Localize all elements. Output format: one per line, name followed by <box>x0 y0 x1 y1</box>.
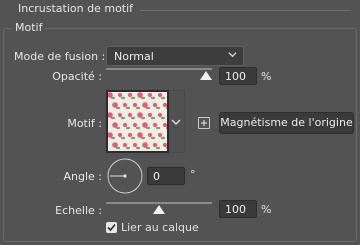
pattern-rose <box>122 122 128 128</box>
pattern-leaf <box>150 136 156 140</box>
pattern-picker-toggle[interactable] <box>169 90 185 153</box>
blend-mode-label: Mode de fusion : <box>14 50 106 63</box>
scale-unit: % <box>261 203 272 216</box>
pattern-rose <box>127 132 133 138</box>
pattern-leaf <box>160 116 166 120</box>
angle-label: Angle : <box>63 170 102 183</box>
pattern-rose <box>152 102 158 108</box>
chevron-down-icon <box>228 52 237 58</box>
angle-dial-icon[interactable] <box>106 157 144 195</box>
pattern-leaf <box>125 106 131 110</box>
pattern-rose <box>117 132 123 138</box>
pattern-rose <box>142 102 148 108</box>
pattern-leaf <box>120 136 126 140</box>
opacity-label: Opacité : <box>52 70 102 83</box>
pattern-leaf <box>135 146 141 150</box>
pattern-leaf <box>155 126 161 130</box>
pattern-rose <box>147 112 153 118</box>
pattern-preview <box>108 92 167 151</box>
opacity-input[interactable]: 100 <box>219 67 257 85</box>
pattern-rose <box>157 112 163 118</box>
pattern-rose <box>152 122 158 128</box>
blend-mode-dropdown[interactable]: Normal <box>106 46 244 66</box>
pattern-rose <box>112 102 118 108</box>
pattern-rose <box>122 142 128 148</box>
pattern-rose <box>112 142 118 148</box>
pattern-rose <box>132 102 138 108</box>
pattern-rose <box>147 132 153 138</box>
opacity-slider-track[interactable] <box>106 68 212 70</box>
pattern-leaf <box>130 136 136 140</box>
pattern-leaf <box>150 96 156 100</box>
pattern-leaf <box>155 146 161 150</box>
opacity-slider-thumb[interactable] <box>200 71 212 80</box>
pattern-rose <box>157 132 163 138</box>
opacity-unit: % <box>261 70 272 83</box>
pattern-leaf <box>120 116 126 120</box>
pattern-leaf <box>125 126 131 130</box>
pattern-rose <box>137 92 143 98</box>
pattern-leaf <box>160 136 166 140</box>
pattern-leaf <box>150 116 156 120</box>
pattern-rose <box>112 122 118 128</box>
scale-slider-track[interactable] <box>106 202 212 204</box>
pattern-rose <box>137 132 143 138</box>
pattern-rose <box>137 112 143 118</box>
pattern-label: Motif : <box>67 117 102 130</box>
pattern-leaf <box>155 106 161 110</box>
pattern-rose <box>142 122 148 128</box>
group-title: Motif <box>12 21 46 34</box>
link-layer-checkbox[interactable] <box>106 222 117 233</box>
chevron-down-icon <box>171 119 181 125</box>
plus-icon <box>201 120 207 126</box>
pattern-leaf <box>160 96 166 100</box>
pattern-rose <box>142 142 148 148</box>
new-preset-button[interactable] <box>198 117 210 129</box>
pattern-rose <box>162 122 167 128</box>
pattern-rose <box>157 92 163 98</box>
pattern-rose <box>132 142 138 148</box>
angle-input[interactable]: 0 <box>147 167 185 185</box>
pattern-leaf <box>130 96 136 100</box>
pattern-rose <box>132 122 138 128</box>
pattern-leaf <box>135 106 141 110</box>
scale-label: Echelle : <box>55 204 102 217</box>
pattern-leaf <box>135 126 141 130</box>
pattern-rose <box>127 92 133 98</box>
scale-slider-thumb[interactable] <box>153 205 165 214</box>
pattern-rose <box>162 142 167 148</box>
link-layer-label: Lier au calque <box>121 221 199 234</box>
section-divider <box>140 10 350 11</box>
pattern-rose <box>117 92 123 98</box>
snap-to-origin-button[interactable]: Magnétisme de l'origine <box>219 112 354 134</box>
angle-unit: ° <box>190 168 196 181</box>
scale-input[interactable]: 100 <box>219 200 257 218</box>
pattern-rose <box>147 92 153 98</box>
pattern-rose <box>127 112 133 118</box>
pattern-rose <box>122 102 128 108</box>
blend-mode-value: Normal <box>114 50 154 63</box>
pattern-swatch[interactable] <box>106 90 169 153</box>
pattern-rose <box>162 102 167 108</box>
pattern-leaf <box>120 96 126 100</box>
pattern-rose <box>152 142 158 148</box>
check-icon <box>107 223 116 232</box>
pattern-leaf <box>125 146 131 150</box>
section-title: Incrustation de motif <box>18 2 134 15</box>
pattern-leaf <box>130 116 136 120</box>
pattern-rose <box>117 112 123 118</box>
